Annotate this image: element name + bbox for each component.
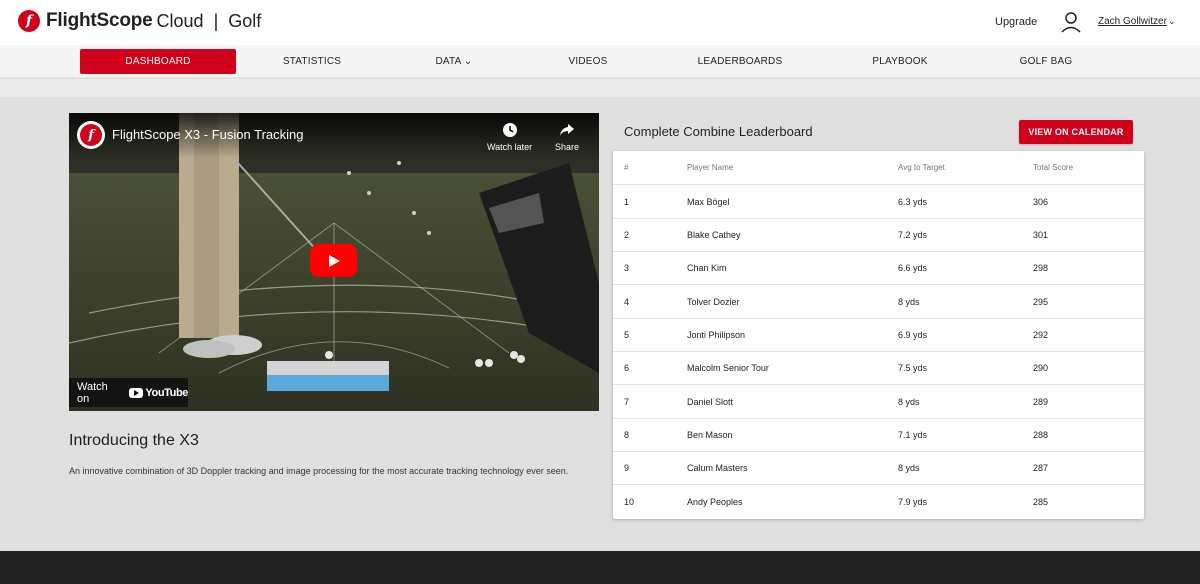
column-header-rank[interactable]: # xyxy=(624,151,628,184)
column-header-score[interactable]: Total Score xyxy=(1033,151,1073,184)
share-label: Share xyxy=(555,142,580,152)
row-avg-to-target: 7.1 yds xyxy=(898,429,928,440)
table-row[interactable]: 10 Andy Peoples 7.9 yds 285 xyxy=(613,485,1144,519)
brand-name: FlightScope xyxy=(46,10,153,31)
video-title[interactable]: FlightScope X3 - Fusion Tracking xyxy=(112,127,303,142)
leaderboard-title: Complete Combine Leaderboard xyxy=(624,124,813,139)
nav-data[interactable]: DATA ⌄ xyxy=(414,49,494,74)
table-row[interactable]: 9 Calum Masters 8 yds 287 xyxy=(613,451,1144,485)
row-avg-to-target: 6.9 yds xyxy=(898,329,928,340)
table-row[interactable]: 4 Tolver Dozier 8 yds 295 xyxy=(613,285,1144,319)
watch-later-label: Watch later xyxy=(487,142,533,152)
row-player-name: Chan Kim xyxy=(687,262,727,273)
main-nav: DASHBOARD STATISTICS DATA ⌄ VIDEOS LEADE… xyxy=(0,45,1200,78)
user-menu[interactable]: Zach Gollwitzer xyxy=(1098,16,1167,27)
intro-description: An innovative combination of 3D Doppler … xyxy=(69,466,569,476)
row-player-name: Max Bögel xyxy=(687,196,730,207)
intro-title: Introducing the X3 xyxy=(69,432,199,449)
row-rank: 9 xyxy=(624,462,630,473)
brand-section: Golf xyxy=(228,10,262,31)
row-total-score: 295 xyxy=(1033,296,1049,307)
flightscope-logo-icon: f xyxy=(80,124,102,146)
brand-logo[interactable]: f FlightScope Cloud | Golf xyxy=(18,10,261,32)
column-header-avg[interactable]: Avg to Target xyxy=(898,151,945,184)
row-total-score: 287 xyxy=(1033,462,1049,473)
watch-later-button[interactable]: Watch later xyxy=(487,122,532,152)
row-player-name: Blake Cathey xyxy=(687,229,741,240)
youtube-logo-icon: YouTube xyxy=(129,387,188,399)
row-total-score: 290 xyxy=(1033,362,1049,373)
nav-leaderboards[interactable]: LEADERBOARDS xyxy=(690,49,790,74)
row-player-name: Ben Mason xyxy=(687,429,733,440)
row-rank: 4 xyxy=(624,296,630,307)
nav-golf-bag[interactable]: GOLF BAG xyxy=(1006,49,1086,74)
table-row[interactable]: 8 Ben Mason 7.1 yds 288 xyxy=(613,418,1144,452)
table-row[interactable]: 2 Blake Cathey 7.2 yds 301 xyxy=(613,218,1144,252)
play-button[interactable] xyxy=(310,244,357,277)
row-total-score: 306 xyxy=(1033,196,1049,207)
row-avg-to-target: 7.5 yds xyxy=(898,362,928,373)
row-player-name: Malcolm Senior Tour xyxy=(687,362,769,373)
share-button[interactable]: Share xyxy=(555,122,579,152)
leaderboard-table: # Player Name Avg to Target Total Score … xyxy=(613,151,1144,519)
row-rank: 6 xyxy=(624,362,630,373)
youtube-label: YouTube xyxy=(145,386,188,399)
row-player-name: Tolver Dozier xyxy=(687,296,740,307)
subheader-strip xyxy=(0,79,1200,97)
brand-product: Cloud xyxy=(156,10,204,31)
brand-separator: | xyxy=(213,10,219,31)
row-total-score: 289 xyxy=(1033,396,1049,407)
table-header: # Player Name Avg to Target Total Score xyxy=(613,151,1144,185)
video-player[interactable]: f FlightScope X3 - Fusion Tracking Watch… xyxy=(69,113,599,411)
row-avg-to-target: 6.3 yds xyxy=(898,196,928,207)
chevron-down-icon[interactable]: ⌄ xyxy=(1168,16,1176,27)
watch-on-youtube-button[interactable]: Watch on YouTube xyxy=(69,378,188,407)
row-player-name: Andy Peoples xyxy=(687,496,743,507)
view-on-calendar-button[interactable]: VIEW ON CALENDAR xyxy=(1019,120,1133,144)
row-rank: 2 xyxy=(624,229,630,240)
row-player-name: Daniel Slott xyxy=(687,396,734,407)
nav-statistics[interactable]: STATISTICS xyxy=(262,49,362,74)
watch-on-label: Watch on xyxy=(77,380,108,405)
nav-videos[interactable]: VIDEOS xyxy=(548,49,628,74)
table-row[interactable]: 1 Max Bögel 6.3 yds 306 xyxy=(613,185,1144,219)
row-avg-to-target: 6.6 yds xyxy=(898,262,928,273)
row-rank: 3 xyxy=(624,262,630,273)
clock-icon xyxy=(502,123,517,137)
row-rank: 7 xyxy=(624,396,630,407)
row-avg-to-target: 8 yds xyxy=(898,396,920,407)
row-total-score: 292 xyxy=(1033,329,1049,340)
row-avg-to-target: 7.2 yds xyxy=(898,229,928,240)
user-icon[interactable] xyxy=(1061,11,1081,33)
row-avg-to-target: 8 yds xyxy=(898,462,920,473)
row-total-score: 288 xyxy=(1033,429,1049,440)
share-icon xyxy=(560,124,575,136)
top-header: f FlightScope Cloud | Golf Upgrade Zach … xyxy=(0,0,1200,45)
table-row[interactable]: 5 Jonti Philipson 6.9 yds 292 xyxy=(613,318,1144,352)
column-header-player[interactable]: Player Name xyxy=(687,151,733,184)
nav-playbook[interactable]: PLAYBOOK xyxy=(860,49,940,74)
footer xyxy=(0,551,1200,584)
row-rank: 8 xyxy=(624,429,630,440)
row-total-score: 301 xyxy=(1033,229,1049,240)
upgrade-link[interactable]: Upgrade xyxy=(995,16,1037,28)
table-row[interactable]: 7 Daniel Slott 8 yds 289 xyxy=(613,385,1144,419)
row-player-name: Jonti Philipson xyxy=(687,329,746,340)
row-avg-to-target: 8 yds xyxy=(898,296,920,307)
row-player-name: Calum Masters xyxy=(687,462,748,473)
row-rank: 5 xyxy=(624,329,630,340)
row-rank: 1 xyxy=(624,196,630,207)
table-row[interactable]: 3 Chan Kim 6.6 yds 298 xyxy=(613,251,1144,285)
play-icon xyxy=(328,254,340,267)
table-row[interactable]: 6 Malcolm Senior Tour 7.5 yds 290 xyxy=(613,351,1144,385)
row-total-score: 285 xyxy=(1033,496,1049,507)
row-total-score: 298 xyxy=(1033,262,1049,273)
nav-dashboard[interactable]: DASHBOARD xyxy=(80,49,236,74)
flightscope-logo-icon: f xyxy=(18,10,40,32)
row-avg-to-target: 7.9 yds xyxy=(898,496,928,507)
channel-avatar[interactable]: f xyxy=(77,121,105,149)
row-rank: 10 xyxy=(624,496,635,507)
